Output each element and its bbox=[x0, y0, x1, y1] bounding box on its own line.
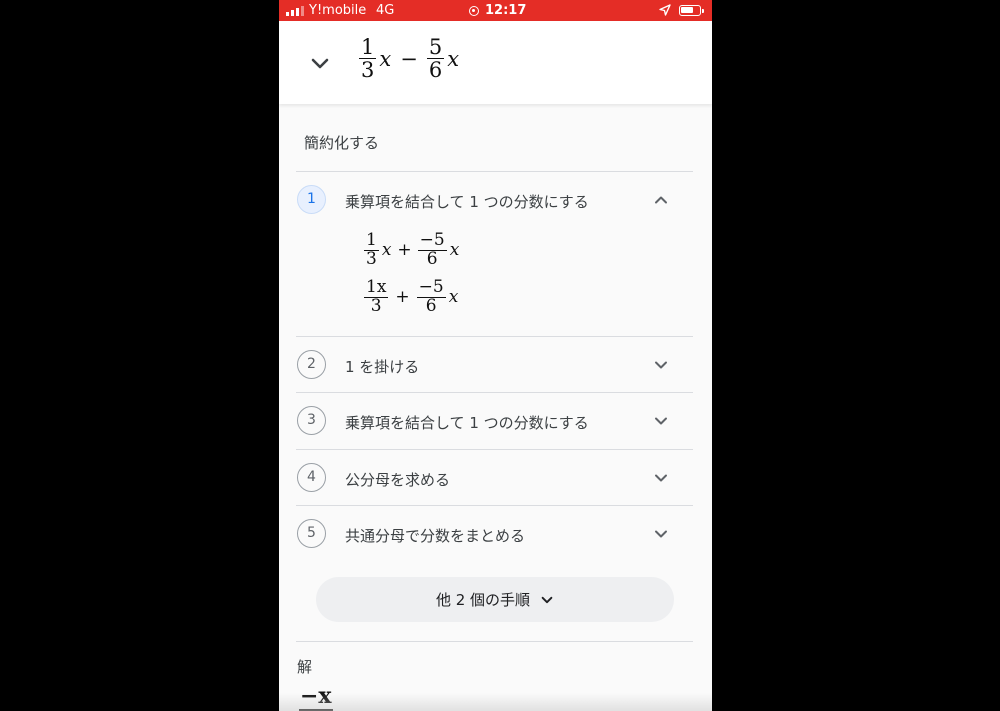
step-number: 1 bbox=[297, 185, 326, 214]
step-number: 2 bbox=[297, 350, 326, 379]
fraction: 1 3 bbox=[359, 35, 377, 83]
fraction: −5 6 bbox=[417, 230, 447, 269]
step-1-line-1: 1 3 x + −5 6 x bbox=[364, 230, 460, 269]
variable: x bbox=[449, 240, 460, 261]
network-type: 4G bbox=[376, 3, 395, 18]
step-label: 共通分母で分数をまとめる bbox=[345, 527, 526, 545]
step-3-row[interactable]: 3 乗算項を結合して 1 つの分数にする bbox=[296, 393, 693, 449]
variable: x bbox=[381, 240, 392, 261]
step-number: 4 bbox=[297, 463, 326, 492]
variable: x bbox=[448, 287, 459, 308]
divider bbox=[296, 641, 693, 642]
fraction: 5 6 bbox=[426, 35, 445, 83]
status-bar: Y!mobile 4G 12:17 bbox=[279, 0, 712, 21]
problem-expression: 1 3 x − 5 6 x bbox=[359, 36, 459, 81]
chevron-down-icon[interactable] bbox=[307, 51, 333, 77]
clock: 12:17 bbox=[485, 3, 527, 18]
step-label: 公分母を求める bbox=[345, 471, 451, 489]
alarm-icon bbox=[469, 5, 479, 16]
step-label: 乗算項を結合して 1 つの分数にする bbox=[345, 414, 589, 432]
fraction: 1x 3 bbox=[364, 277, 389, 316]
chevron-down-icon[interactable] bbox=[653, 413, 669, 429]
expression-header: 1 3 x − 5 6 x bbox=[279, 21, 712, 104]
phone-screen: Y!mobile 4G 12:17 1 3 x − 5 6 x 簡約化する 1 … bbox=[279, 0, 712, 711]
step-label: 1 を掛ける bbox=[345, 358, 420, 376]
battery-icon bbox=[679, 5, 704, 16]
step-2-row[interactable]: 2 1 を掛ける bbox=[296, 337, 693, 393]
operator: + bbox=[397, 240, 412, 261]
operator: − bbox=[400, 46, 418, 71]
more-steps-label: 他 2 個の手順 bbox=[435, 591, 531, 609]
fraction: −5 6 bbox=[416, 277, 446, 316]
chevron-down-icon[interactable] bbox=[653, 357, 669, 373]
show-more-steps-button[interactable]: 他 2 個の手順 bbox=[316, 577, 674, 622]
step-5-row[interactable]: 5 共通分母で分数をまとめる bbox=[296, 506, 693, 562]
signal-icon bbox=[286, 5, 304, 16]
section-title: 簡約化する bbox=[304, 134, 380, 152]
chevron-down-icon[interactable] bbox=[653, 526, 669, 542]
chevron-up-icon[interactable] bbox=[653, 192, 669, 208]
chevron-down-icon bbox=[541, 596, 553, 603]
step-number: 3 bbox=[297, 406, 326, 435]
step-1-row[interactable]: 1 乗算項を結合して 1 つの分数にする bbox=[296, 172, 693, 228]
fraction: 1 3 bbox=[364, 230, 379, 269]
location-arrow-icon bbox=[659, 4, 671, 16]
operator: + bbox=[395, 287, 410, 308]
step-1-line-2: 1x 3 + −5 6 x bbox=[364, 277, 459, 316]
step-4-row[interactable]: 4 公分母を求める bbox=[296, 450, 693, 506]
variable: x bbox=[379, 46, 392, 71]
answer-title: 解 bbox=[297, 658, 313, 676]
step-number: 5 bbox=[297, 519, 326, 548]
carrier-name: Y!mobile bbox=[309, 3, 367, 18]
scroll-fade bbox=[279, 693, 712, 711]
clock-group: 12:17 bbox=[469, 3, 526, 18]
step-label: 乗算項を結合して 1 つの分数にする bbox=[345, 193, 589, 211]
variable: x bbox=[447, 46, 460, 71]
chevron-down-icon[interactable] bbox=[653, 470, 669, 486]
